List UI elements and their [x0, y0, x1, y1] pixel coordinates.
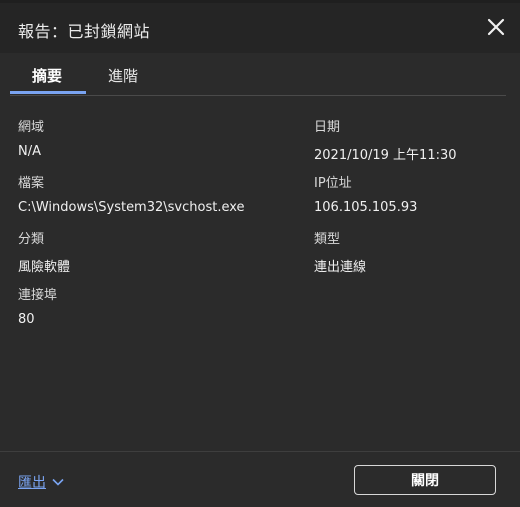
tab-summary[interactable]: 摘要 — [32, 65, 62, 86]
port-value: 80 — [18, 312, 35, 327]
ip-label: IP位址 — [314, 176, 352, 191]
active-tab-indicator — [10, 91, 86, 94]
chevron-down-icon[interactable] — [52, 478, 64, 486]
ip-value: 106.105.105.93 — [314, 200, 418, 215]
field-file: 檔案 C:\Windows\System32\svchost.exe — [18, 172, 245, 215]
title-bar: 報告：已封鎖網站 — [0, 3, 520, 53]
date-label: 日期 — [314, 120, 341, 135]
close-button[interactable]: 關閉 — [354, 465, 496, 495]
port-label: 連接埠 — [18, 288, 58, 303]
domain-value: N/A — [18, 144, 41, 159]
type-value: 連出連線 — [314, 260, 367, 275]
dialog-title: 報告：已封鎖網站 — [18, 22, 151, 41]
file-label: 檔案 — [18, 176, 45, 191]
field-ip: IP位址 106.105.105.93 — [314, 172, 417, 215]
category-label: 分類 — [18, 232, 45, 247]
type-label: 類型 — [314, 232, 341, 247]
file-value: C:\Windows\System32\svchost.exe — [18, 200, 245, 215]
report-dialog: 報告：已封鎖網站 摘要 進階 網域 N/A 日期 2021/10/19 上午11… — [0, 0, 520, 507]
tab-divider — [10, 95, 506, 96]
field-category: 分類 風險軟體 — [18, 228, 70, 275]
field-date: 日期 2021/10/19 上午11:30 — [314, 116, 457, 163]
export-dropdown[interactable]: 匯出 — [18, 472, 64, 492]
category-value: 風險軟體 — [18, 260, 71, 275]
field-port: 連接埠 80 — [18, 284, 57, 327]
field-type: 類型 連出連線 — [314, 228, 366, 275]
date-value: 2021/10/19 上午11:30 — [314, 148, 457, 163]
tab-advanced[interactable]: 進階 — [108, 65, 138, 86]
close-icon[interactable] — [484, 15, 508, 39]
export-label[interactable]: 匯出 — [18, 472, 46, 492]
domain-label: 網域 — [18, 120, 45, 135]
field-domain: 網域 N/A — [18, 116, 44, 159]
footer-divider — [0, 451, 520, 452]
